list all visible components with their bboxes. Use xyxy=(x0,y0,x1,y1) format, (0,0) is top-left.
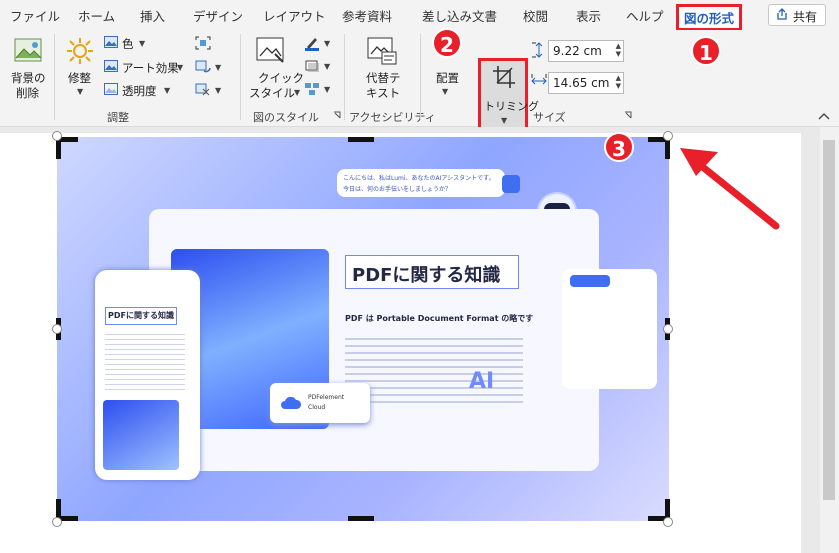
step-badge-2: 2 xyxy=(432,28,462,58)
art-effects-label[interactable]: アート効果 xyxy=(122,60,179,76)
remove-background-label[interactable]: 背景の xyxy=(11,70,46,86)
picture-border-icon[interactable] xyxy=(304,35,320,51)
quick-styles-icon[interactable] xyxy=(255,36,287,66)
phone-illustration: PDFに関する知識 xyxy=(95,270,200,480)
annotation-arrow-icon xyxy=(680,148,780,230)
picture-layout-icon[interactable] xyxy=(304,81,320,97)
alt-text-label[interactable]: 代替テ xyxy=(366,70,401,86)
tab-insert[interactable]: 挿入 xyxy=(140,6,165,25)
cloud-card: PDFelement Cloud xyxy=(270,383,370,423)
reset-picture-icon[interactable] xyxy=(195,83,211,97)
width-icon xyxy=(531,74,547,85)
size-group-label: サイズ xyxy=(533,111,566,124)
chevron-down-icon[interactable]: ▼ xyxy=(324,85,330,94)
alt-text-icon[interactable] xyxy=(366,36,398,66)
quick-styles-label-2[interactable]: スタイル xyxy=(249,85,295,101)
transparency-label[interactable]: 透明度 xyxy=(122,83,157,99)
accessibility-group-label: アクセシビリティ xyxy=(349,111,436,124)
assistant-bubble: こんにちは、私はLumi、あなたのAIアシスタントです。 今日は、何のお手伝いを… xyxy=(337,169,505,197)
height-spinner[interactable]: ▲ ▼ xyxy=(616,42,621,58)
share-icon xyxy=(777,8,787,20)
group-separator xyxy=(240,34,241,120)
height-field[interactable]: 9.22 cm ▲ ▼ xyxy=(548,40,624,62)
crop-label: トリミング xyxy=(484,100,539,113)
tab-picture-format[interactable]: 図の形式 xyxy=(676,4,743,31)
color-label[interactable]: 色 xyxy=(122,36,134,52)
scrollbar-thumb[interactable] xyxy=(823,140,835,500)
height-icon xyxy=(532,42,543,58)
chevron-down-icon[interactable]: ▼ xyxy=(324,39,330,48)
chevron-down-icon: ▼ xyxy=(501,116,508,125)
ribbon-tab-bar: ファイル ホーム 挿入 デザイン レイアウト 参考資料 差し込み文書 校閲 表示… xyxy=(0,0,839,31)
chevron-down-icon[interactable]: ▼ xyxy=(177,63,183,72)
chevron-down-icon[interactable]: ▼ xyxy=(77,87,83,96)
compress-pictures-icon[interactable] xyxy=(195,36,211,50)
chevron-down-icon[interactable]: ▼ xyxy=(294,88,300,97)
change-picture-icon[interactable] xyxy=(195,60,211,74)
chevron-down-icon[interactable]: ▼ xyxy=(324,62,330,71)
step-badge-1: 1 xyxy=(691,36,721,66)
transparency-icon[interactable] xyxy=(104,83,118,95)
corrections-label[interactable]: 修整 xyxy=(68,70,91,86)
dialog-launcher-icon[interactable] xyxy=(624,111,632,119)
side-panel-illustration xyxy=(562,269,657,389)
color-icon[interactable] xyxy=(104,36,118,48)
tab-layout[interactable]: レイアウト xyxy=(263,6,326,25)
send-icon xyxy=(502,175,520,193)
group-separator xyxy=(54,34,55,120)
adjust-group-label: 調整 xyxy=(107,111,129,124)
cloud-icon xyxy=(281,396,302,409)
remove-background-label-2[interactable]: 削除 xyxy=(16,85,39,101)
resize-handle-bottom-left[interactable] xyxy=(52,517,62,527)
art-effects-icon[interactable] xyxy=(104,60,118,72)
crop-handle-top[interactable] xyxy=(348,137,374,142)
step-badge-3: 3 xyxy=(604,132,634,162)
chevron-down-icon[interactable]: ▼ xyxy=(164,86,170,95)
selected-picture[interactable]: こんにちは、私はLumi、あなたのAIアシスタントです。 今日は、何のお手伝いを… xyxy=(57,137,669,521)
tab-help[interactable]: ヘルプ xyxy=(626,6,664,25)
resize-handle-right[interactable] xyxy=(663,324,673,334)
group-separator xyxy=(344,34,345,120)
tab-review[interactable]: 校閲 xyxy=(523,6,548,25)
chevron-down-icon[interactable]: ▼ xyxy=(215,63,221,72)
crop-button[interactable]: トリミング ▼ xyxy=(478,58,539,138)
width-spinner[interactable]: ▲ ▼ xyxy=(616,74,621,90)
crop-icon xyxy=(493,66,515,88)
tab-design[interactable]: デザイン xyxy=(193,6,243,25)
resize-handle-top-right[interactable] xyxy=(663,131,673,141)
chevron-down-icon[interactable]: ▼ xyxy=(139,39,145,48)
crop-handle-bottom[interactable] xyxy=(348,516,374,521)
app-window-illustration: PDFに関する知識 PDF は Portable Document Format… xyxy=(149,209,599,471)
heading-box: PDFに関する知識 xyxy=(345,255,519,289)
tab-view[interactable]: 表示 xyxy=(576,6,601,25)
resize-handle-top-left[interactable] xyxy=(52,131,62,141)
tab-references[interactable]: 参考資料 xyxy=(342,6,392,25)
corrections-sun-icon[interactable] xyxy=(66,37,94,65)
alt-text-label-2[interactable]: キスト xyxy=(366,85,400,101)
tab-home[interactable]: ホーム xyxy=(78,6,115,25)
remove-background-icon[interactable] xyxy=(14,36,44,66)
picture-effects-icon[interactable] xyxy=(304,58,320,74)
quick-styles-label[interactable]: クイック xyxy=(258,70,304,86)
position-label[interactable]: 配置 xyxy=(436,70,459,86)
picture-styles-group-label: 図のスタイル xyxy=(253,111,319,124)
resize-handle-bottom-right[interactable] xyxy=(663,517,673,527)
share-button[interactable]: 共有 xyxy=(768,4,826,26)
tab-mailings[interactable]: 差し込み文書 xyxy=(422,6,497,25)
chevron-down-icon[interactable]: ▼ xyxy=(215,86,221,95)
group-separator xyxy=(420,34,421,120)
dialog-launcher-icon[interactable] xyxy=(333,111,341,119)
width-field[interactable]: 14.65 cm ▲ ▼ xyxy=(548,72,624,94)
resize-handle-left[interactable] xyxy=(52,324,62,334)
chevron-down-icon[interactable]: ▼ xyxy=(442,87,448,96)
tab-file[interactable]: ファイル xyxy=(10,6,60,25)
collapse-ribbon-icon[interactable] xyxy=(818,111,830,121)
